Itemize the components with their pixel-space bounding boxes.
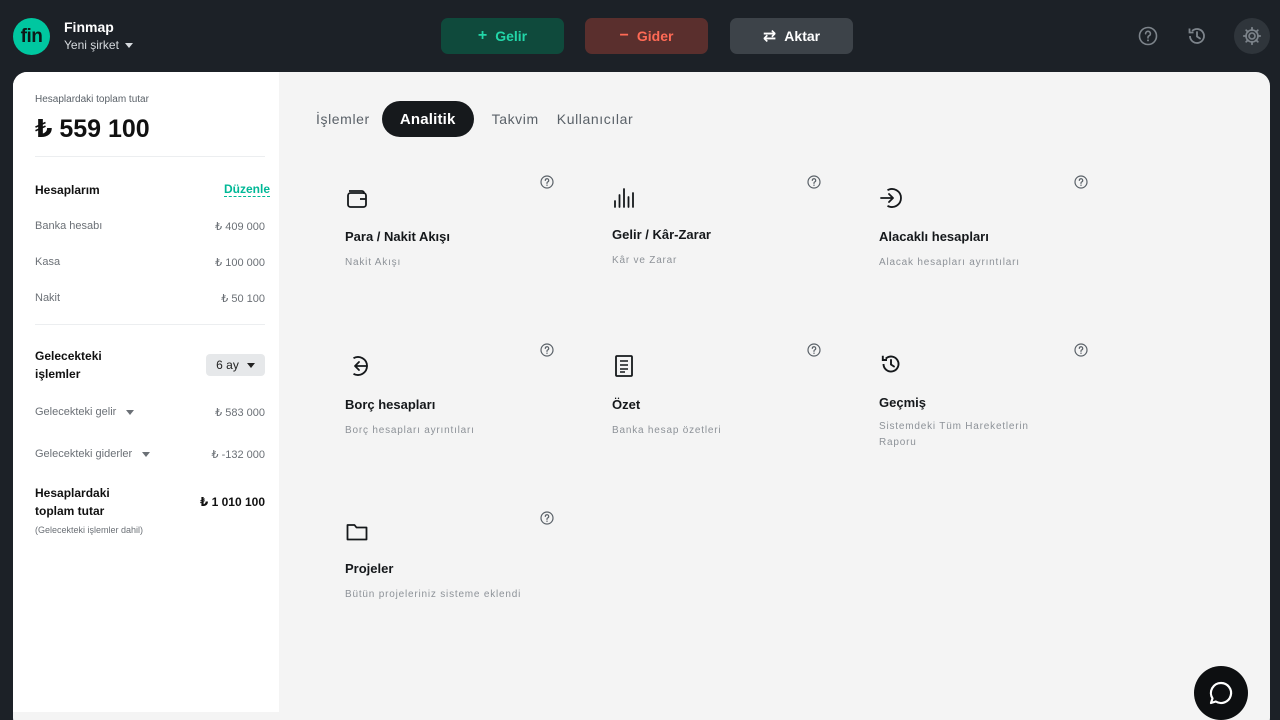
help-icon[interactable] xyxy=(807,343,821,357)
future-title-line: işlemler xyxy=(35,367,81,381)
tab-calendar[interactable]: Takvim xyxy=(492,111,539,127)
chevron-down-icon xyxy=(124,42,133,48)
brand-name: Finmap xyxy=(64,19,114,35)
account-name[interactable]: Nakit xyxy=(35,292,60,304)
card-title: Geçmiş xyxy=(879,395,926,410)
chat-support-button[interactable] xyxy=(1194,666,1248,720)
folder-icon xyxy=(345,520,369,544)
account-name[interactable]: Banka hesabı xyxy=(35,220,102,232)
total-balance-amount: ₺ 559 100 xyxy=(35,115,150,143)
future-income-value: ₺ 583 000 xyxy=(215,407,265,419)
grand-total-line: toplam tutar xyxy=(35,504,105,518)
help-icon[interactable] xyxy=(807,175,821,189)
grand-total-title: Hesaplardaki toplam tutar xyxy=(35,484,110,520)
help-icon[interactable] xyxy=(1074,175,1088,189)
tab-users[interactable]: Kullanıcılar xyxy=(557,111,633,127)
accounts-title: Hesaplarım xyxy=(35,183,100,197)
future-income-row[interactable]: Gelecekteki gelir xyxy=(35,406,135,418)
accounts-sidebar: Hesaplardaki toplam tutar ₺ 559 100 Hesa… xyxy=(13,72,279,712)
card-title: Projeler xyxy=(345,561,394,576)
gear-icon xyxy=(1242,26,1262,46)
card-subtitle: Kâr ve Zarar xyxy=(612,255,678,266)
total-balance-label: Hesaplardaki toplam tutar xyxy=(35,94,149,105)
document-icon xyxy=(612,354,636,378)
history-icon[interactable] xyxy=(1186,25,1208,47)
chevron-down-icon xyxy=(246,362,255,368)
history-icon xyxy=(879,352,903,376)
card-subtitle: Borç hesapları ayrıntıları xyxy=(345,425,475,436)
card-subtitle: Banka hesap özetleri xyxy=(612,425,722,436)
report-card-cash-flow[interactable]: Para / Nakit Akışı Nakit Akışı xyxy=(345,186,555,326)
chevron-down-icon xyxy=(142,451,151,457)
report-card-projects[interactable]: Projeler Bütün projeleriniz sisteme ekle… xyxy=(345,520,555,660)
settings-button[interactable] xyxy=(1234,18,1270,54)
future-title-line: Gelecekteki xyxy=(35,349,102,363)
card-subtitle: Nakit Akışı xyxy=(345,257,402,268)
future-income-label: Gelecekteki gelir xyxy=(35,406,117,418)
help-icon[interactable] xyxy=(540,511,554,525)
chat-bubble-icon xyxy=(1209,681,1233,705)
grand-total-value: ₺ 1 010 100 xyxy=(199,495,265,509)
account-name[interactable]: Kasa xyxy=(35,256,60,268)
help-icon[interactable] xyxy=(540,175,554,189)
account-balance: ₺ 50 100 xyxy=(221,293,265,305)
expense-button-label: Gider xyxy=(636,28,674,44)
tab-analytics[interactable]: Analitik xyxy=(381,101,474,137)
grand-total-line: Hesaplardaki xyxy=(35,486,110,500)
report-card-history[interactable]: Geçmiş Sistemdeki Tüm Hareketlerin Rapor… xyxy=(879,352,1089,492)
help-icon[interactable] xyxy=(1137,25,1159,47)
card-title: Alacaklı hesapları xyxy=(879,229,989,244)
company-selector[interactable]: Yeni şirket xyxy=(64,38,133,52)
finmap-logo[interactable]: fin xyxy=(13,18,50,55)
card-title: Borç hesapları xyxy=(345,397,436,412)
income-button-label: Gelir xyxy=(495,28,528,44)
period-select[interactable]: 6 ay xyxy=(206,354,265,376)
minus-icon: − xyxy=(619,27,629,44)
add-expense-button[interactable]: − Gider xyxy=(585,18,708,54)
bar-chart-icon xyxy=(612,186,636,210)
card-subtitle: Alacak hesapları ayrıntıları xyxy=(879,257,1020,268)
arrow-in-icon xyxy=(879,186,903,210)
future-expense-value: ₺ -132 000 xyxy=(211,449,265,461)
add-income-button[interactable]: + Gelir xyxy=(441,18,564,54)
edit-accounts-link[interactable]: Düzenle xyxy=(224,182,271,197)
divider xyxy=(35,156,265,157)
plus-icon: + xyxy=(477,27,488,44)
help-icon[interactable] xyxy=(540,343,554,357)
chevron-down-icon xyxy=(126,409,135,415)
card-title: Para / Nakit Akışı xyxy=(345,229,451,244)
card-subtitle: Sistemdeki Tüm Hareketlerin Raporu xyxy=(879,421,1029,448)
grand-total-note: (Gelecekteki işlemler dahil) xyxy=(35,525,144,535)
section-tabs: İşlemler Analitik Takvim Kullanıcılar xyxy=(316,101,651,137)
report-card-profit-loss[interactable]: Gelir / Kâr-Zarar Kâr ve Zarar xyxy=(612,186,822,326)
transfer-icon: ⇄ xyxy=(762,28,777,45)
company-name: Yeni şirket xyxy=(64,38,119,52)
card-title: Özet xyxy=(612,397,641,412)
period-value: 6 ay xyxy=(216,358,239,372)
report-card-payables[interactable]: Borç hesapları Borç hesapları ayrıntılar… xyxy=(345,354,555,494)
divider xyxy=(35,324,265,325)
arrow-out-icon xyxy=(345,354,369,378)
account-balance: ₺ 100 000 xyxy=(215,257,265,269)
transfer-button-label: Aktar xyxy=(784,28,821,44)
transfer-button[interactable]: ⇄ Aktar xyxy=(730,18,853,54)
top-bar: fin Finmap Yeni şirket + Gelir − Gider ⇄… xyxy=(0,0,1280,72)
main-panel: Hesaplardaki toplam tutar ₺ 559 100 Hesa… xyxy=(13,72,1270,720)
future-expense-label: Gelecekteki giderler xyxy=(35,448,133,460)
wallet-icon xyxy=(345,186,369,210)
future-expense-row[interactable]: Gelecekteki giderler xyxy=(35,448,151,460)
report-card-summary[interactable]: Özet Banka hesap özetleri xyxy=(612,354,822,494)
help-icon[interactable] xyxy=(1074,343,1088,357)
card-subtitle: Bütün projeleriniz sisteme eklendi xyxy=(345,589,522,600)
report-card-receivables[interactable]: Alacaklı hesapları Alacak hesapları ayrı… xyxy=(879,186,1089,326)
account-balance: ₺ 409 000 xyxy=(215,221,265,233)
future-transactions-title: Gelecekteki işlemler xyxy=(35,347,102,383)
card-title: Gelir / Kâr-Zarar xyxy=(612,227,711,242)
tab-transactions[interactable]: İşlemler xyxy=(316,111,370,127)
